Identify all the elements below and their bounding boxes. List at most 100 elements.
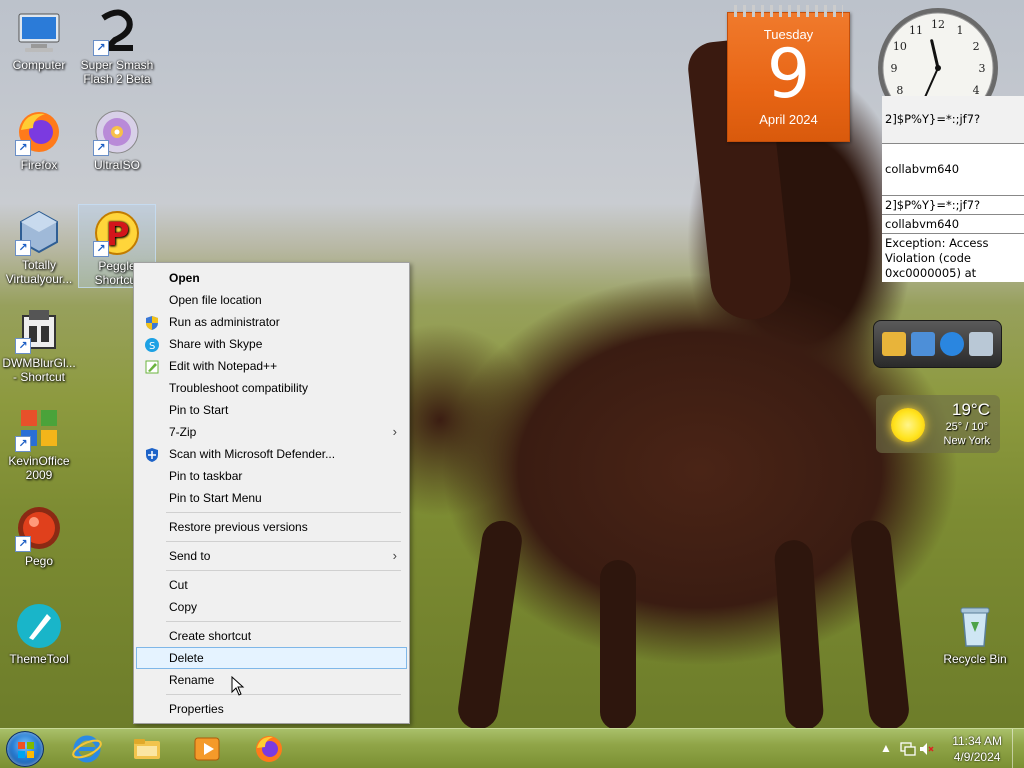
weather-gadget[interactable]: 19°C 25° / 10° New York [876,395,1000,453]
ssf2-icon: ↗ [93,8,141,56]
menu-item-properties[interactable]: Properties [136,698,407,720]
taskbar-app-firefox[interactable] [244,731,294,767]
volume-muted-icon[interactable] [918,741,934,757]
menu-item-copy[interactable]: Copy [136,596,407,618]
desktop-icon-label: DWMBlurGl... - Shortcut [2,356,76,384]
menu-separator [166,621,401,622]
menu-item-create-shortcut[interactable]: Create shortcut [136,625,407,647]
pego-icon: ↗ [15,504,63,552]
desktop-icon-label: Pego [24,554,54,568]
start-button[interactable] [6,731,44,767]
menu-item-open[interactable]: Open [136,267,407,289]
console-exception-text: Exception: Access Violation (code 0xc000… [885,236,1009,282]
taskbar-app-internet-explorer[interactable] [62,731,112,767]
clock-numeral: 1 [957,24,964,37]
menu-item-pin-to-start[interactable]: Pin to Start [136,399,407,421]
context-menu: Open Open file location Run as administr… [133,262,410,724]
menu-item-delete[interactable]: Delete [136,647,407,669]
menu-item-pin-to-taskbar[interactable]: Pin to taskbar [136,465,407,487]
taskbar-app-media-player[interactable] [182,731,232,767]
calendar-gadget[interactable]: Tuesday 9 April 2024 [727,5,850,142]
console-line: 2]$P%Y}=*:;jf7? [882,96,1024,144]
menu-item-label: Delete [169,651,204,665]
shortcut-arrow-icon: ↗ [15,436,31,452]
recycle-bin-icon[interactable] [968,332,993,356]
launcher-gadget [873,320,1002,368]
menu-item-7zip[interactable]: 7-Zip › [136,421,407,443]
taskbar-clock[interactable]: 11:34 AM 4/9/2024 [952,733,1002,765]
desktop-icon-ultraiso[interactable]: ↗ UltraISO [78,104,156,172]
taskbar-app-file-explorer[interactable] [122,731,172,767]
network-icon[interactable] [911,332,936,356]
calendar-rings [734,5,843,17]
network-icon[interactable] [900,741,916,757]
menu-item-label: Run as administrator [169,315,280,329]
desktop-icon-firefox[interactable]: ↗ Firefox [0,104,78,172]
desktop-icon-computer[interactable]: Computer [0,4,78,72]
menu-item-label: Copy [169,600,198,614]
show-desktop-button[interactable] [1012,729,1024,768]
desktop-icon-ssf2[interactable]: ↗ Super Smash Flash 2 Beta [78,4,156,86]
horse-leg [849,518,911,728]
computer-icon [15,8,63,56]
horse-leg [600,560,636,728]
shortcut-arrow-icon: ↗ [15,536,31,552]
svg-text:S: S [149,341,155,352]
menu-item-label: Pin to Start [169,403,229,417]
menu-item-label: Cut [169,578,188,592]
recycle-bin-icon [951,602,999,650]
file-explorer-icon [134,739,160,759]
svg-text:P: P [106,215,129,253]
menu-item-rename[interactable]: Rename [136,669,407,691]
menu-separator [166,512,401,513]
menu-item-open-file-location[interactable]: Open file location [136,289,407,311]
desktop-icon-virtualbox[interactable]: ↗ Totally Virtualyour... [0,204,78,286]
menu-item-label: Send to [169,549,211,563]
shortcut-arrow-icon: ↗ [15,338,31,354]
defender-icon [145,447,159,462]
menu-item-troubleshoot[interactable]: Troubleshoot compatibility [136,377,407,399]
desktop-icon-label: ThemeTool [9,652,69,666]
menu-item-edit-notepadpp[interactable]: Edit with Notepad++ [136,355,407,377]
show-hidden-icons-icon[interactable]: ▲ [878,741,894,757]
menu-item-pin-to-start-menu[interactable]: Pin to Start Menu [136,487,407,509]
shortcut-arrow-icon: ↗ [15,240,31,256]
menu-item-label: Create shortcut [169,629,252,643]
horse-leg [455,518,525,728]
desktop-icon-kevinoffice[interactable]: ↗ KevinOffice 2009 [0,400,78,482]
weather-city: New York [943,435,990,447]
taskbar: ▲ 11:34 AM 4/9/2024 [0,728,1024,768]
internet-explorer-icon[interactable] [939,332,964,356]
skype-icon: S [145,337,159,352]
calendar-month-year: April 2024 [759,112,818,127]
menu-item-cut[interactable]: Cut [136,574,407,596]
shortcut-arrow-icon: ↗ [93,40,109,56]
folder-icon[interactable] [882,332,907,356]
peggle-icon: P ↗ [93,209,141,257]
desktop-icon-dwmblur[interactable]: ↗ DWMBlurGl... - Shortcut [0,302,78,384]
menu-item-label: Share with Skype [169,337,263,351]
menu-item-run-as-admin[interactable]: Run as administrator [136,311,407,333]
shortcut-arrow-icon: ↗ [93,241,109,257]
clock-numeral: 2 [973,40,980,53]
mouse-cursor-icon [231,675,245,696]
menu-item-label: Pin to taskbar [169,469,243,483]
menu-item-send-to[interactable]: Send to › [136,545,407,567]
chevron-right-icon: › [392,548,397,563]
weather-range: 25° / 10° [945,421,988,433]
clock-numeral: 3 [979,62,986,75]
console-line: collabvm640 [882,215,1024,234]
menu-item-label: Open file location [169,293,262,307]
desktop-icon-label: Computer [12,58,66,72]
menu-separator [166,541,401,542]
shield-icon [145,315,159,330]
menu-item-restore-previous-versions[interactable]: Restore previous versions [136,516,407,538]
menu-item-share-skype[interactable]: S Share with Skype [136,333,407,355]
clock-numeral: 11 [909,24,923,37]
desktop-icon-pego[interactable]: ↗ Pego [0,500,78,568]
desktop-icon-recycle-bin[interactable]: Recycle Bin [936,598,1014,666]
desktop-icon-themetool[interactable]: ThemeTool [0,598,78,666]
dwmblur-icon: ↗ [15,306,63,354]
menu-item-scan-defender[interactable]: Scan with Microsoft Defender... [136,443,407,465]
menu-item-label: Restore previous versions [169,520,308,534]
